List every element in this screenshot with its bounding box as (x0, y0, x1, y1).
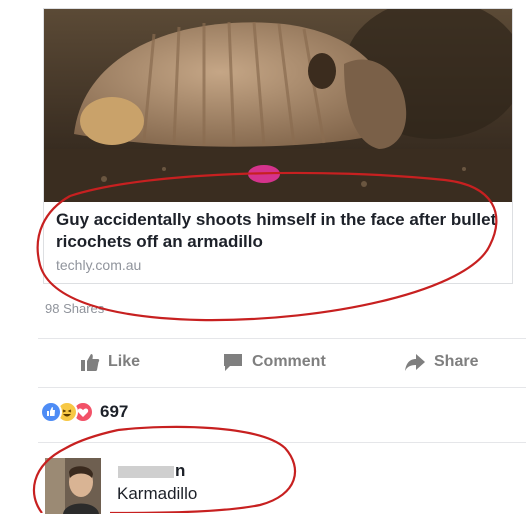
thumbs-up-icon (81, 354, 100, 371)
post-actions-bar: Like Comment Share (38, 340, 526, 386)
share-arrow-icon (405, 354, 425, 371)
link-preview-card[interactable]: Guy accidentally shoots himself in the f… (43, 8, 513, 284)
share-label: Share (434, 353, 479, 370)
comment-button[interactable]: Comment (222, 352, 326, 372)
shares-count[interactable]: 98 Shares (45, 301, 104, 316)
share-button[interactable]: Share (404, 352, 478, 372)
divider (38, 387, 526, 388)
comment-icon (224, 354, 242, 371)
armadillo-photo (44, 9, 512, 202)
reactions-summary[interactable]: 697 (40, 401, 128, 423)
like-button[interactable]: Like (80, 352, 140, 372)
comment-text: Karmadillo (117, 484, 198, 503)
reaction-count[interactable]: 697 (100, 402, 128, 422)
comment-author-name[interactable]: n (118, 461, 185, 481)
article-domain: techly.com.au (56, 257, 142, 273)
like-label: Like (108, 353, 141, 370)
like-reaction-icon (40, 401, 62, 423)
divider (38, 442, 526, 443)
comment-label: Comment (252, 353, 326, 370)
comment-item: n Karmadillo (45, 458, 526, 518)
redacted-name-block (118, 465, 174, 478)
article-image[interactable] (44, 9, 512, 202)
divider (38, 338, 526, 339)
link-text-block: Guy accidentally shoots himself in the f… (56, 209, 506, 273)
article-title[interactable]: Guy accidentally shoots himself in the f… (56, 209, 506, 253)
avatar[interactable] (45, 458, 101, 514)
profile-photo (45, 458, 101, 514)
